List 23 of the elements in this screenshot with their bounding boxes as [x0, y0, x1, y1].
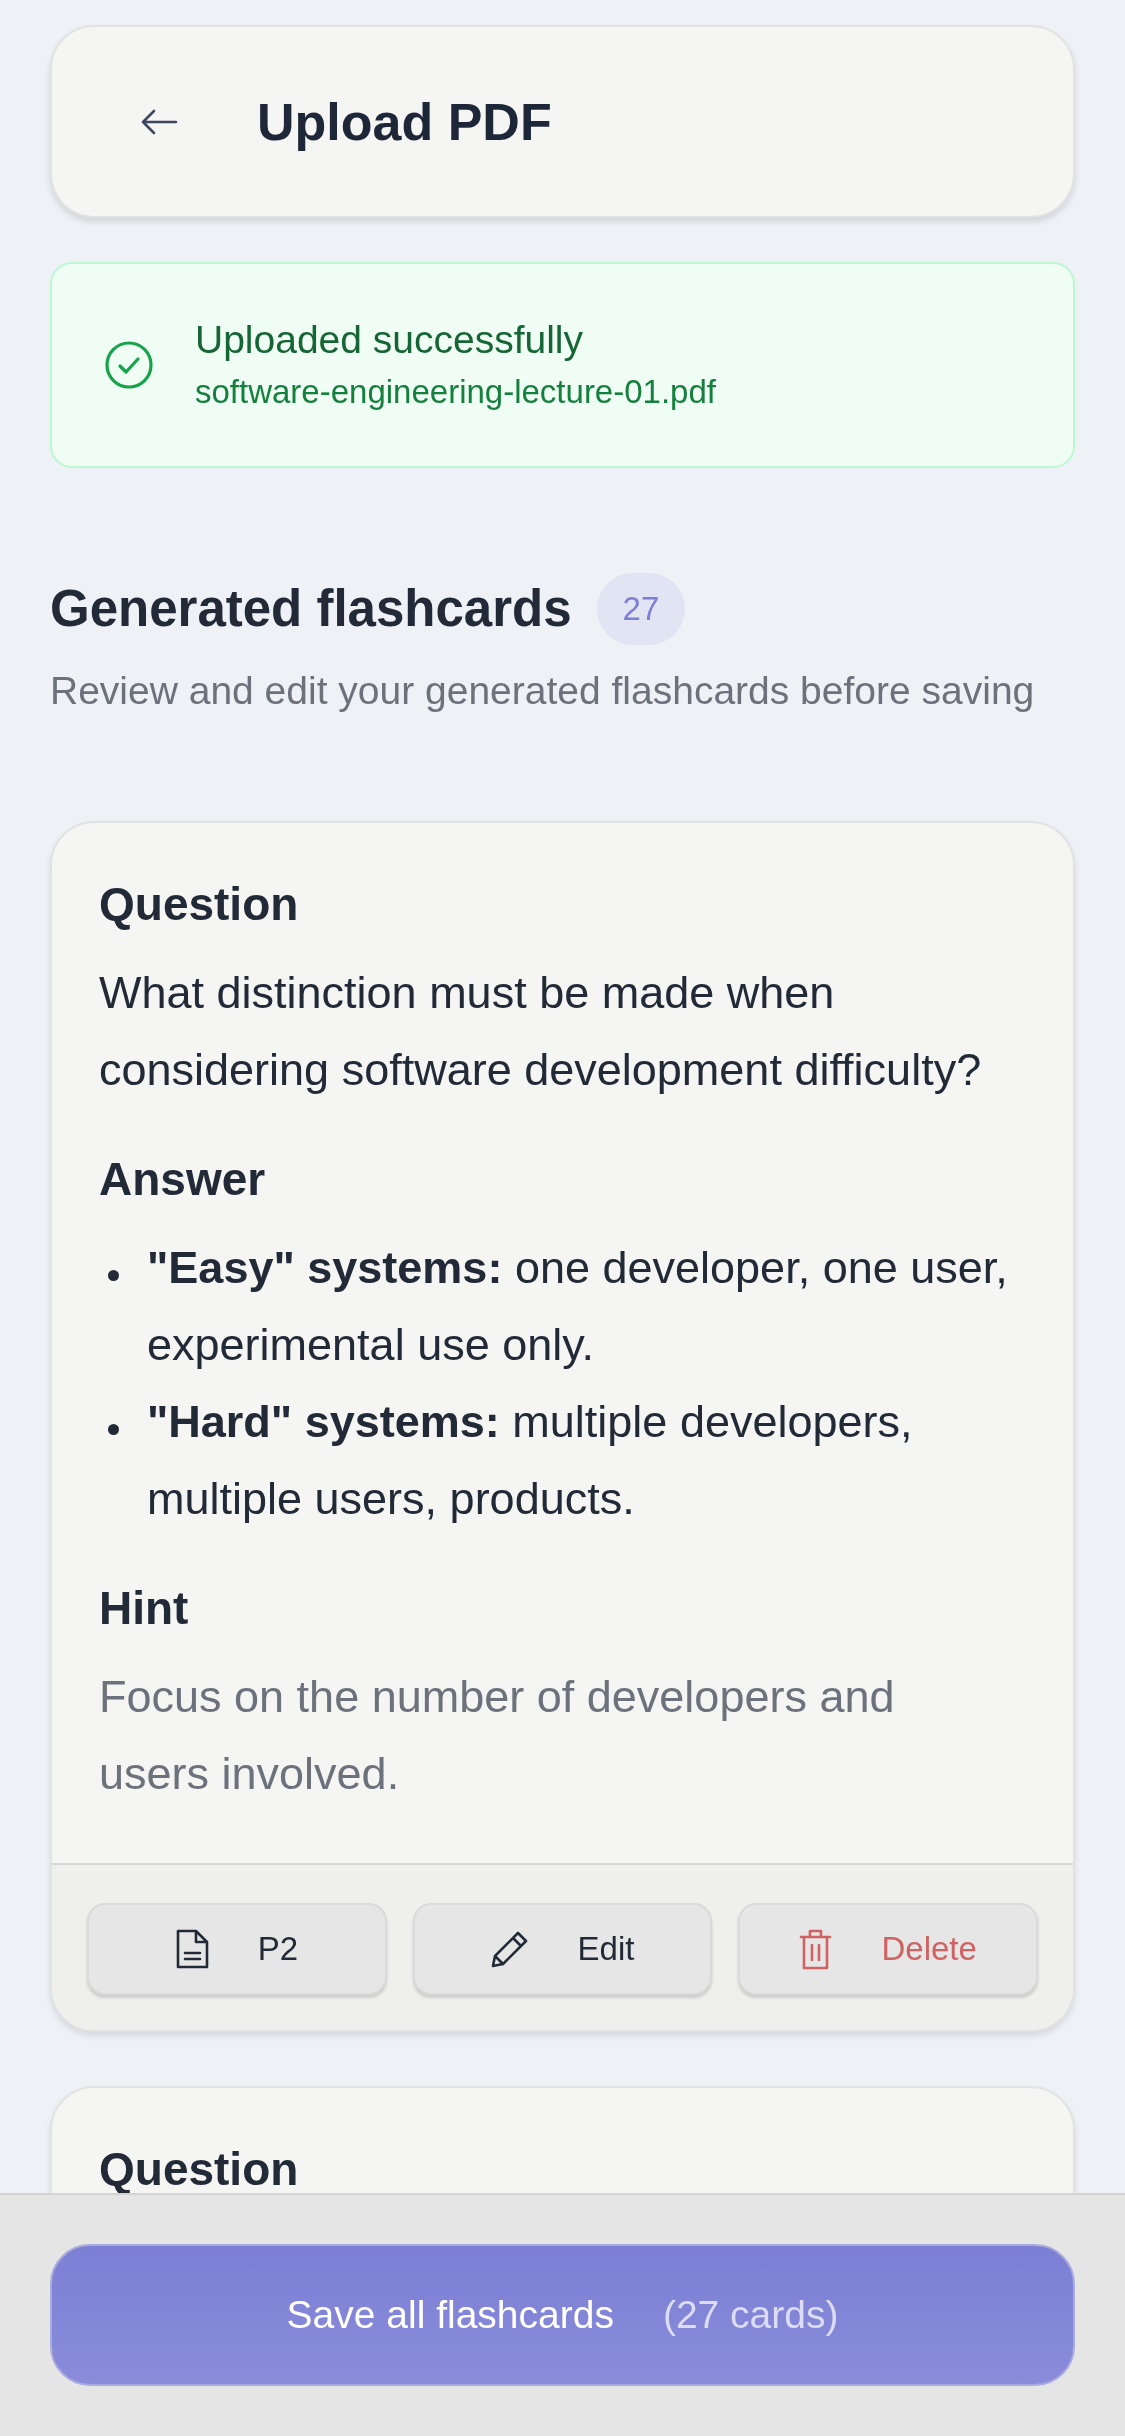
answer-item: "Easy" systems: one developer, one user, experimental use only.	[147, 1241, 1009, 1372]
edit-button[interactable]: Edit	[412, 1903, 713, 1995]
section-title: Generated flashcards	[50, 579, 572, 639]
page-title: Upload PDF	[257, 91, 552, 152]
count-badge: 27	[596, 573, 686, 645]
bullet-icon	[108, 1424, 119, 1435]
section-subtitle: Review and edit your generated flashcards before saving	[50, 668, 1036, 714]
answer-label: Answer	[99, 1152, 267, 1207]
check-circle-icon	[105, 341, 153, 389]
status-title: Uploaded successfully	[195, 317, 585, 363]
hint-label: Hint	[99, 1581, 190, 1636]
back-arrow-icon[interactable]	[140, 107, 178, 136]
file-name: software-engineering-lecture-01.pdf	[195, 372, 716, 412]
answer-item: "Hard" systems: multiple developers, multiple users, products.	[147, 1395, 914, 1526]
question-text: What distinction must be made when considering software development difficulty?	[99, 966, 983, 1097]
pencil-icon	[490, 1930, 529, 1968]
question-label: Question	[99, 877, 300, 932]
page-button[interactable]: P2	[87, 1903, 387, 1995]
hint-text: Focus on the number of developers and users involved.	[99, 1670, 896, 1801]
bullet-icon	[108, 1270, 119, 1281]
trash-icon	[799, 1928, 833, 1970]
document-icon	[175, 1929, 209, 1969]
card-count: (27 cards)	[662, 2293, 839, 2337]
